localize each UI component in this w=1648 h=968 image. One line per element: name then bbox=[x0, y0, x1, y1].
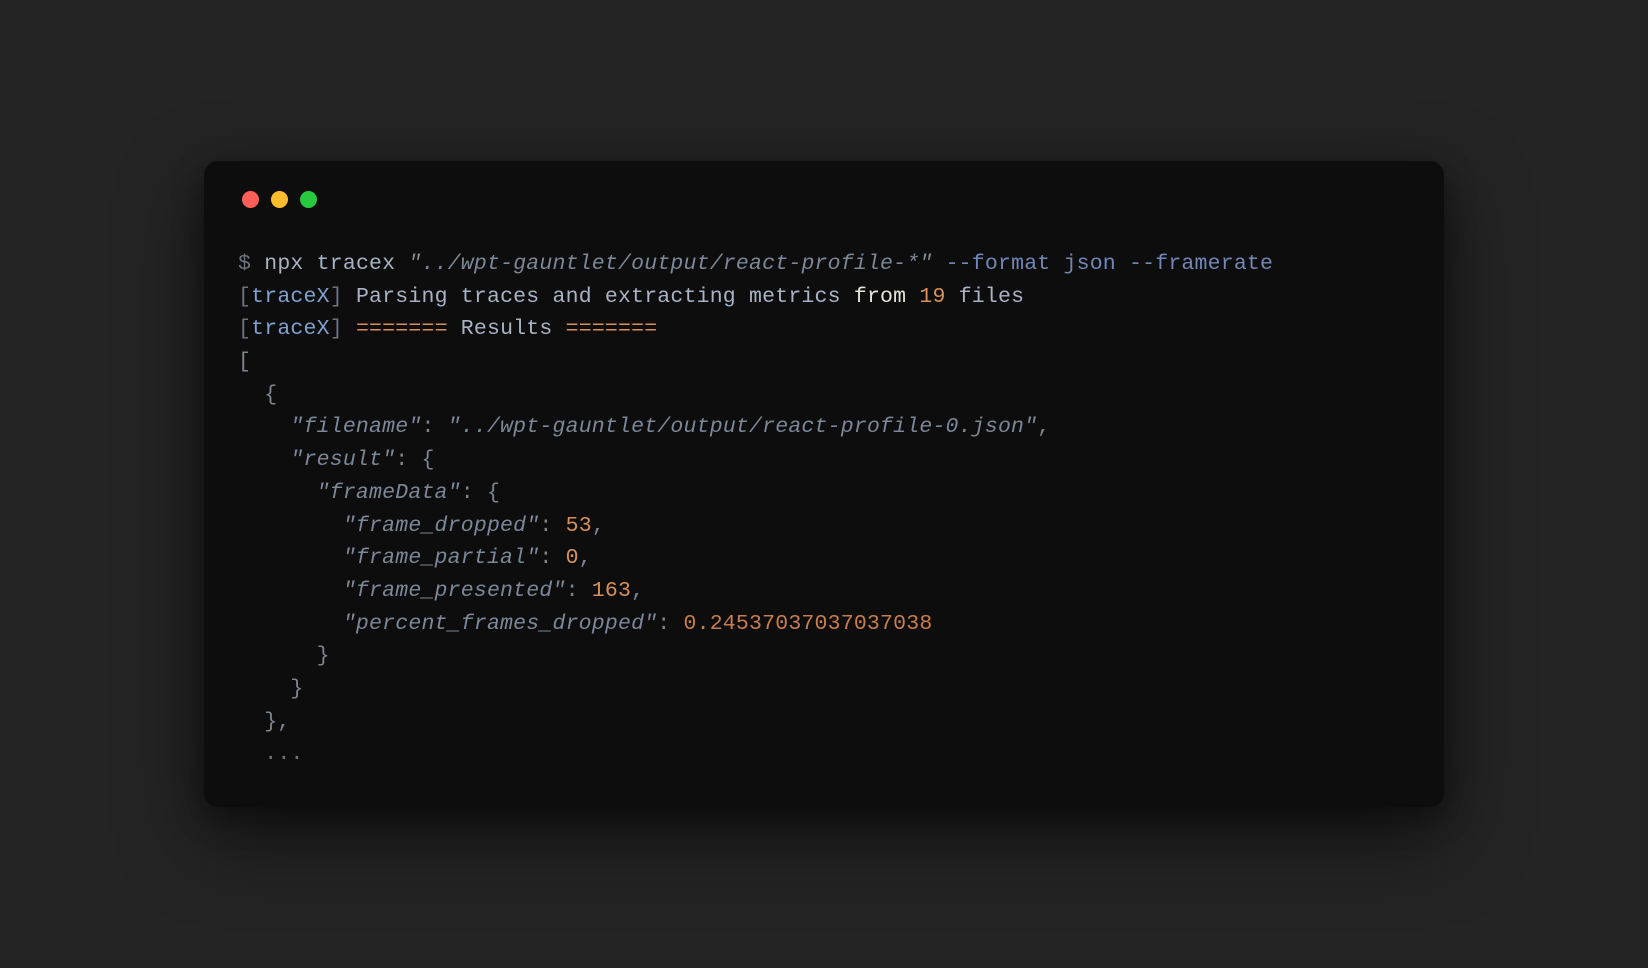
log-tag: traceX bbox=[251, 317, 330, 341]
json-bracket: [ bbox=[238, 350, 251, 374]
log-file-count: 19 bbox=[919, 285, 945, 309]
json-val-frame-dropped: 53 bbox=[566, 514, 592, 538]
json-colon: : bbox=[566, 579, 579, 603]
json-comma: , bbox=[631, 579, 644, 603]
json-colon: : bbox=[539, 546, 552, 570]
log-bracket: ] bbox=[330, 317, 343, 341]
log-divider: ======= bbox=[356, 317, 448, 341]
json-brace: { bbox=[487, 481, 500, 505]
json-comma: , bbox=[277, 710, 290, 734]
json-key-framedata: "frameData" bbox=[317, 481, 461, 505]
command-runner: npx bbox=[264, 252, 303, 276]
log-suffix: files bbox=[959, 285, 1025, 309]
log-results-label: Results bbox=[461, 317, 553, 341]
json-key-frame-partial: "frame_partial" bbox=[343, 546, 540, 570]
json-key-filename: "filename" bbox=[290, 415, 421, 439]
json-brace: } bbox=[264, 710, 277, 734]
json-brace: { bbox=[264, 383, 277, 407]
json-val-frame-partial: 0 bbox=[566, 546, 579, 570]
json-colon: : bbox=[657, 612, 670, 636]
command-tool: tracex bbox=[317, 252, 396, 276]
log-message: Parsing traces and extracting metrics bbox=[356, 285, 841, 309]
json-colon: : bbox=[395, 448, 408, 472]
json-val-filename: "../wpt-gauntlet/output/react-profile-0.… bbox=[448, 415, 1038, 439]
command-path-arg: "../wpt-gauntlet/output/react-profile-*" bbox=[408, 252, 932, 276]
log-bracket: [ bbox=[238, 317, 251, 341]
window-controls bbox=[238, 191, 1410, 208]
log-bracket: ] bbox=[330, 285, 343, 309]
log-from-keyword: from bbox=[854, 285, 906, 309]
terminal-output[interactable]: $ npx tracex "../wpt-gauntlet/output/rea… bbox=[238, 248, 1410, 771]
log-divider: ======= bbox=[566, 317, 658, 341]
json-key-percent-dropped: "percent_frames_dropped" bbox=[343, 612, 657, 636]
terminal-window: $ npx tracex "../wpt-gauntlet/output/rea… bbox=[204, 161, 1444, 807]
json-colon: : bbox=[539, 514, 552, 538]
minimize-icon[interactable] bbox=[271, 191, 288, 208]
json-key-result: "result" bbox=[290, 448, 395, 472]
json-colon: : bbox=[421, 415, 434, 439]
json-key-frame-dropped: "frame_dropped" bbox=[343, 514, 540, 538]
json-brace: } bbox=[290, 677, 303, 701]
prompt-symbol: $ bbox=[238, 252, 251, 276]
maximize-icon[interactable] bbox=[300, 191, 317, 208]
log-bracket: [ bbox=[238, 285, 251, 309]
json-comma: , bbox=[579, 546, 592, 570]
log-tag: traceX bbox=[251, 285, 330, 309]
json-key-frame-presented: "frame_presented" bbox=[343, 579, 566, 603]
close-icon[interactable] bbox=[242, 191, 259, 208]
json-colon: : bbox=[461, 481, 474, 505]
json-ellipsis: ... bbox=[264, 742, 303, 766]
json-comma: , bbox=[592, 514, 605, 538]
command-flags: --format json --framerate bbox=[946, 252, 1274, 276]
json-brace: } bbox=[317, 644, 330, 668]
json-comma: , bbox=[1037, 415, 1050, 439]
json-val-frame-presented: 163 bbox=[592, 579, 631, 603]
json-brace: { bbox=[421, 448, 434, 472]
json-val-percent-dropped: 0.24537037037037038 bbox=[684, 612, 933, 636]
